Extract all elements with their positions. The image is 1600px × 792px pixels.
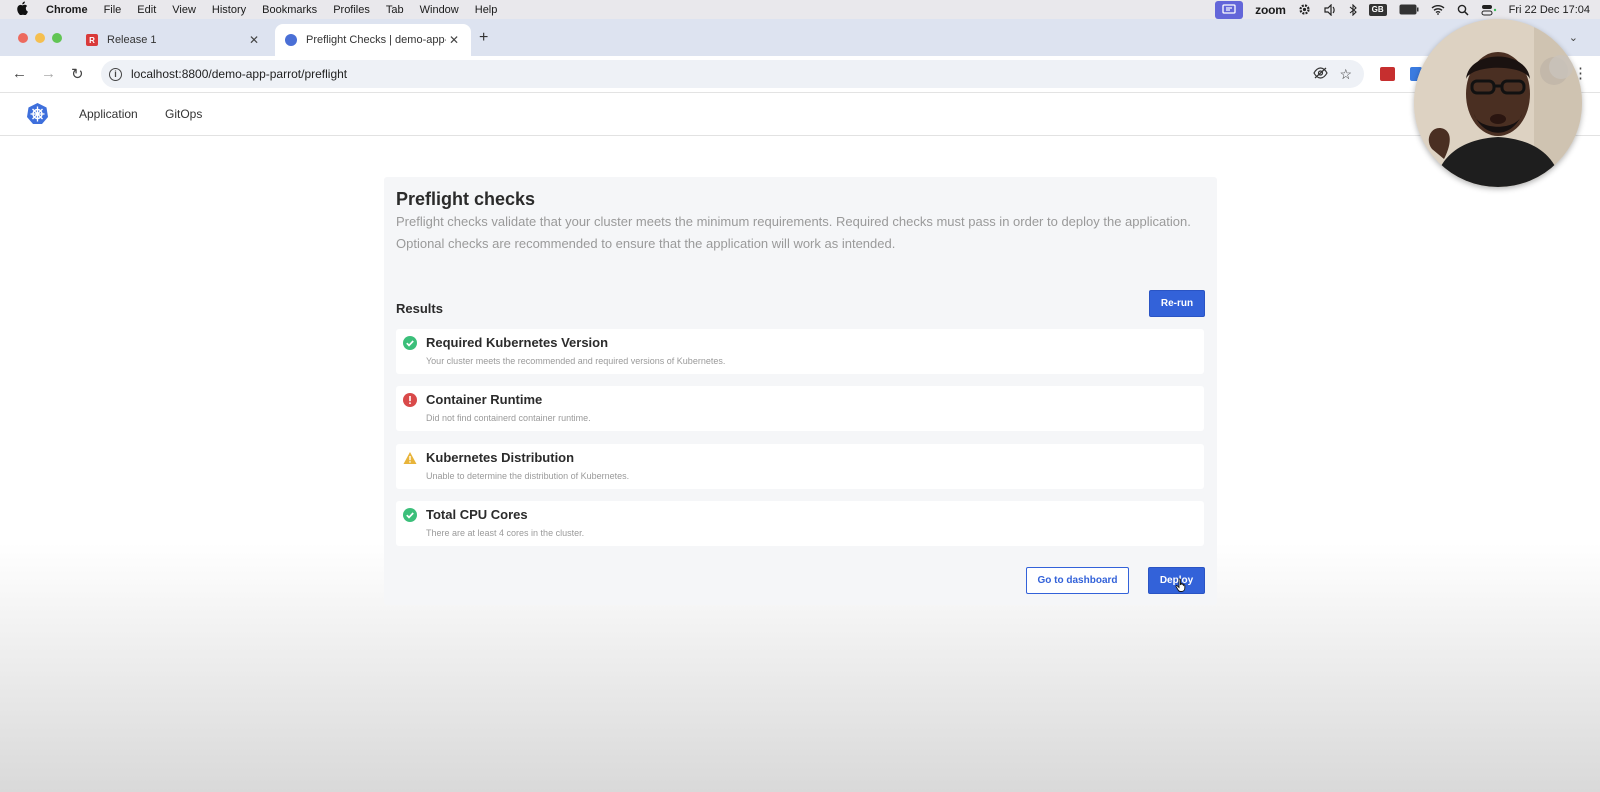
close-tab-icon[interactable]: ✕ [449,33,459,47]
browser-toolbar: ← → ↻ i localhost:8800/demo-app-parrot/p… [0,56,1600,93]
check-message: Unable to determine the distribution of … [426,471,630,481]
tab-search-chevron-icon[interactable]: ⌄ [1569,31,1578,44]
tab-title: Release 1 [107,34,157,46]
menu-history[interactable]: History [212,4,246,16]
check-row-kubernetes-version: Required Kubernetes Version Your cluster… [396,329,1204,374]
bookmark-star-icon[interactable]: ☆ [1339,66,1352,83]
check-title: Kubernetes Distribution [426,450,575,465]
check-pass-icon [403,336,417,350]
release-favicon-icon: R [86,34,98,46]
check-title: Total CPU Cores [426,507,528,522]
results-heading: Results [396,301,443,316]
check-message: Did not find containerd container runtim… [426,413,591,423]
check-message: There are at least 4 cores in the cluste… [426,528,585,538]
battery-icon[interactable] [1399,3,1419,17]
reload-icon[interactable]: ↻ [71,65,84,83]
check-message: Your cluster meets the recommended and r… [426,356,726,366]
app-navbar: Application GitOps [0,93,1600,136]
wifi-icon[interactable] [1431,3,1445,17]
new-tab-icon[interactable]: + [479,29,488,47]
address-bar[interactable]: i localhost:8800/demo-app-parrot/preflig… [101,60,1364,88]
check-row-total-cpu-cores: Total CPU Cores There are at least 4 cor… [396,501,1204,546]
check-row-container-runtime: Container Runtime Did not find container… [396,386,1204,431]
check-title: Container Runtime [426,392,543,407]
status-area: zoom GB Fri 22 Dec 17:04 [1215,0,1590,19]
check-row-kubernetes-distribution: Kubernetes Distribution Unable to determ… [396,444,1204,489]
preflight-description: Preflight checks validate that your clus… [396,214,1191,251]
page-title: Preflight checks [396,189,536,209]
site-info-icon[interactable]: i [109,67,122,81]
menu-window[interactable]: Window [420,4,459,16]
menu-app-name[interactable]: Chrome [46,4,88,16]
rerun-button[interactable]: Re-run [1149,290,1205,317]
macos-menu-bar: Chrome File Edit View History Bookmarks … [0,0,1600,19]
clock-datetime[interactable]: Fri 22 Dec 17:04 [1509,4,1590,16]
menu-view[interactable]: View [172,4,196,16]
spotlight-search-icon[interactable] [1457,3,1469,17]
eye-slash-icon[interactable] [1313,66,1328,82]
check-title: Required Kubernetes Version [426,335,609,350]
bluetooth-icon[interactable] [1349,3,1357,17]
input-language-badge[interactable]: GB [1368,3,1387,16]
check-fail-icon [403,393,417,407]
back-arrow-icon[interactable]: ← [12,65,27,82]
tab-preflight-checks[interactable]: Preflight Checks | demo-app- ✕ [275,24,471,56]
window-close-button[interactable] [18,33,28,43]
tab-title: Preflight Checks | demo-app- [306,34,446,46]
zoom-share-icon[interactable] [1215,0,1244,19]
check-warning-icon [403,451,417,465]
preflight-card: Preflight checks Preflight checks valida… [384,177,1217,605]
menu-edit[interactable]: Edit [137,4,156,16]
menu-tab[interactable]: Tab [386,4,404,16]
close-tab-icon[interactable]: ✕ [249,33,259,47]
hand-cursor-icon [1175,578,1187,592]
browser-tab-strip: R Release 1 ✕ Preflight Checks | demo-ap… [0,19,1600,56]
menu-bookmarks[interactable]: Bookmarks [262,4,317,16]
menu-profiles[interactable]: Profiles [333,4,370,16]
kubernetes-logo-icon[interactable] [26,102,49,125]
window-minimize-button[interactable] [35,33,45,43]
window-zoom-button[interactable] [52,33,62,43]
tab-release-1[interactable]: R Release 1 ✕ [76,24,271,56]
zoom-status-label[interactable]: zoom [1255,3,1286,17]
gear-icon[interactable] [1298,3,1311,17]
webcam-overlay [1414,19,1582,187]
extension-red-icon[interactable] [1380,67,1395,81]
kubernetes-favicon-icon [285,34,297,46]
audio-icon[interactable] [1323,3,1337,17]
url-text[interactable]: localhost:8800/demo-app-parrot/preflight [131,67,347,81]
presenter-silhouette-icon [1414,19,1582,187]
nav-link-gitops[interactable]: GitOps [165,107,202,121]
menu-file[interactable]: File [104,4,122,16]
control-center-icon[interactable] [1481,3,1497,17]
forward-arrow-icon[interactable]: → [41,65,56,82]
menu-help[interactable]: Help [475,4,498,16]
nav-link-application[interactable]: Application [79,107,138,121]
check-pass-icon [403,508,417,522]
go-to-dashboard-button[interactable]: Go to dashboard [1026,567,1129,594]
apple-icon[interactable] [16,1,30,18]
